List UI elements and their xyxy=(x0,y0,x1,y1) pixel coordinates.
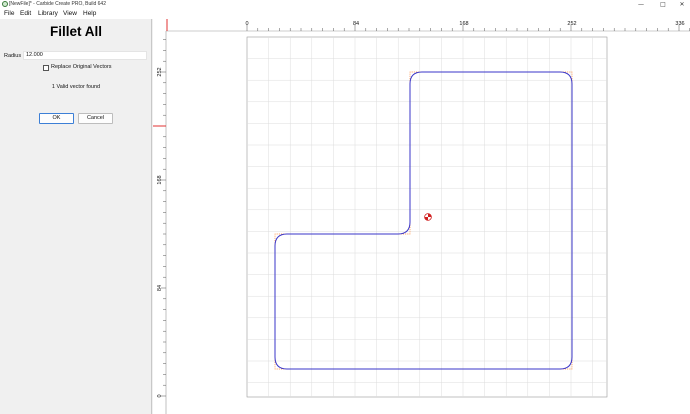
replace-vectors-label[interactable]: Replace Original Vectors xyxy=(51,64,112,70)
status-message: 1 Valid vector found xyxy=(51,84,101,90)
close-button[interactable]: ✕ xyxy=(676,0,688,9)
menu-library[interactable]: Library xyxy=(38,9,58,19)
menu-view[interactable]: View xyxy=(63,9,77,19)
radius-label: Radius xyxy=(4,53,22,59)
menu-file[interactable]: File xyxy=(4,9,14,19)
vector-center-handle-icon[interactable] xyxy=(424,213,432,221)
maximize-button[interactable]: □ xyxy=(657,0,669,9)
ruler-label: 84 xyxy=(353,21,359,27)
ruler-label: 0 xyxy=(157,394,163,397)
radius-input[interactable]: 12.000 xyxy=(23,51,147,60)
ok-button[interactable]: OK xyxy=(39,113,74,124)
replace-vectors-checkbox[interactable] xyxy=(43,65,49,71)
fillet-panel: Fillet All Radius 12.000 Replace Origina… xyxy=(0,19,152,414)
cancel-button[interactable]: Cancel xyxy=(78,113,113,124)
window-title: [NewFile]* - Carbide Create PRO, Build 6… xyxy=(9,1,106,7)
title-bar: [NewFile]* - Carbide Create PRO, Build 6… xyxy=(0,0,690,9)
ruler-label: 0 xyxy=(245,21,248,27)
ruler-label: 168 xyxy=(157,175,163,184)
design-canvas[interactable]: 0 84 168 252 336 0 84 168 252 xyxy=(153,19,690,414)
top-ruler[interactable] xyxy=(153,19,690,31)
ruler-label: 252 xyxy=(157,67,163,76)
app-window: [NewFile]* - Carbide Create PRO, Build 6… xyxy=(0,0,690,414)
ruler-label: 168 xyxy=(459,21,468,27)
left-ruler[interactable] xyxy=(153,31,166,414)
ruler-label: 336 xyxy=(675,21,684,27)
app-logo-icon xyxy=(2,1,8,7)
panel-title: Fillet All xyxy=(49,24,102,39)
menu-edit[interactable]: Edit xyxy=(20,9,31,19)
menu-bar: File Edit Library View Help xyxy=(0,9,690,19)
canvas-svg[interactable]: 0 84 168 252 336 0 84 168 252 xyxy=(153,19,690,414)
menu-help[interactable]: Help xyxy=(83,9,96,19)
ruler-label: 84 xyxy=(157,285,163,291)
minimize-button[interactable]: — xyxy=(635,0,647,9)
ruler-label: 252 xyxy=(567,21,576,27)
